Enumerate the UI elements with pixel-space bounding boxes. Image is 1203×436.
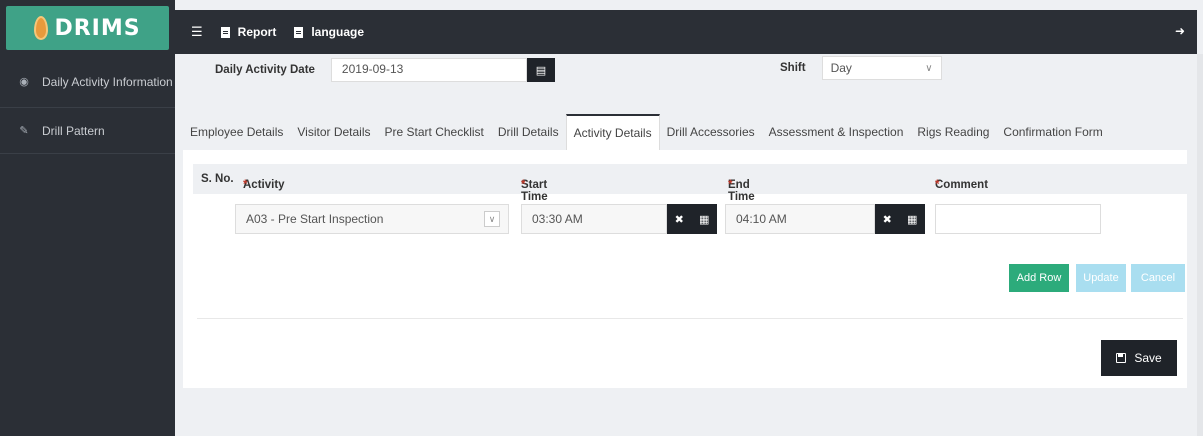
shift-field-group: Shift Day ∨ (780, 56, 942, 80)
clear-icon[interactable]: ✖ (883, 213, 892, 226)
brand-logo[interactable]: DRIMS (6, 6, 169, 50)
date-input[interactable]: 2019-09-13 (330, 58, 527, 82)
main-content: Daily Activity Date 2019-09-13 ▤ Shift D… (175, 54, 1197, 436)
page-scrollbar[interactable] (1197, 54, 1203, 436)
chevron-down-icon: ∨ (925, 62, 933, 74)
logo-emblem-icon (34, 16, 49, 40)
logo-text: DRIMS (54, 15, 141, 41)
tab-drill-accessories[interactable]: Drill Accessories (660, 114, 762, 150)
sidebar-item-daily-activity[interactable]: ◉ Daily Activity Information (0, 56, 175, 108)
save-label: Save (1134, 351, 1162, 365)
sidebar-item-label: Drill Pattern (42, 123, 105, 138)
top-navbar: ☰ Report language ➜ (175, 10, 1197, 54)
chevron-down-icon: ∨ (484, 211, 500, 227)
tab-bar: Employee Details Visitor Details Pre Sta… (183, 114, 1110, 150)
calendar-icon[interactable]: ▦ (907, 213, 917, 226)
clear-icon[interactable]: ✖ (675, 213, 684, 226)
calendar-icon: ▤ (535, 64, 547, 77)
end-time-buttons: ✖ ▦ (875, 204, 925, 234)
activity-details-panel: S. No. Activity * Start Time * End Time * C… (183, 150, 1187, 388)
shift-select[interactable]: Day ∨ (821, 56, 942, 80)
tab-activity-details[interactable]: Activity Details (565, 114, 660, 150)
shift-value: Day (830, 61, 852, 75)
tab-employee-details[interactable]: Employee Details (183, 114, 290, 150)
tab-rigs-reading[interactable]: Rigs Reading (910, 114, 996, 150)
table-header: S. No. Activity * Start Time * End Time * C… (193, 164, 1187, 203)
date-field-group: Daily Activity Date 2019-09-13 ▤ (215, 58, 555, 82)
tab-assessment-inspection[interactable]: Assessment & Inspection (762, 114, 911, 150)
sidebar: DRIMS ◉ Daily Activity Information ✎ Dri… (0, 0, 175, 436)
date-label: Daily Activity Date (215, 64, 315, 76)
tab-pre-start-checklist[interactable]: Pre Start Checklist (378, 114, 491, 150)
start-time-input[interactable]: 03:30 AM (521, 204, 667, 234)
pencil-icon: ✎ (19, 125, 29, 137)
activity-value: A03 - Pre Start Inspection (246, 212, 384, 226)
tab-visitor-details[interactable]: Visitor Details (290, 114, 377, 150)
sidebar-item-drill-pattern[interactable]: ✎ Drill Pattern (0, 108, 175, 154)
shift-label: Shift (780, 62, 806, 74)
logout-icon[interactable]: ➜ (1175, 24, 1185, 38)
language-label: language (311, 25, 365, 39)
update-button[interactable]: Update (1076, 264, 1126, 292)
report-menu[interactable]: Report (220, 25, 277, 39)
comment-input[interactable] (935, 204, 1101, 234)
header-sno: S. No. (201, 173, 234, 185)
end-time-input[interactable]: 04:10 AM (725, 204, 875, 234)
activity-select[interactable]: A03 - Pre Start Inspection ∨ (235, 204, 509, 234)
table-row: A03 - Pre Start Inspection ∨ 03:30 AM ✖ … (183, 204, 1187, 234)
save-icon (1116, 353, 1127, 363)
sidebar-item-label: Daily Activity Information (42, 74, 173, 89)
calendar-icon[interactable]: ▦ (699, 213, 709, 226)
calendar-button[interactable]: ▤ (526, 58, 555, 82)
cancel-button[interactable]: Cancel (1131, 264, 1185, 292)
report-label: Report (237, 25, 277, 39)
document-icon (220, 26, 230, 38)
start-time-buttons: ✖ ▦ (667, 204, 717, 234)
language-menu[interactable]: language (294, 25, 364, 39)
eye-icon: ◉ (19, 76, 29, 88)
save-button[interactable]: Save (1101, 340, 1177, 376)
divider (197, 318, 1183, 319)
tab-drill-details[interactable]: Drill Details (491, 114, 566, 150)
add-row-button[interactable]: Add Row (1009, 264, 1069, 292)
document-icon (294, 26, 304, 38)
menu-toggle-icon[interactable]: ☰ (191, 24, 203, 40)
tab-confirmation-form[interactable]: Confirmation Form (996, 114, 1109, 150)
